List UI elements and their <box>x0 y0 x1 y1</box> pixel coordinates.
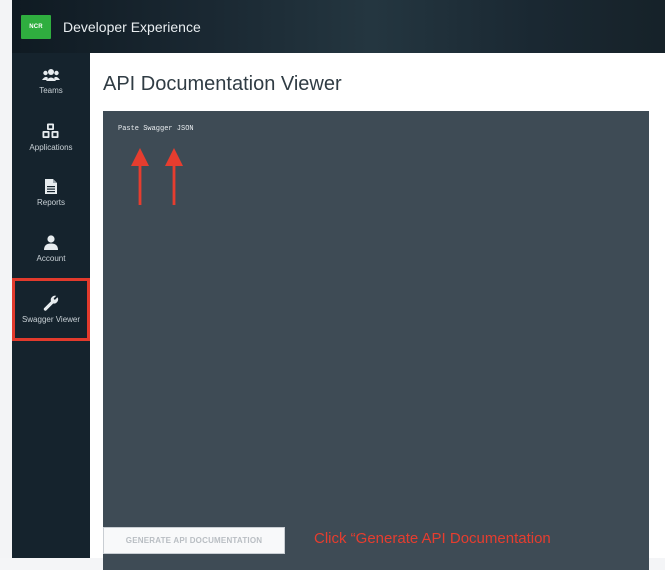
sidebar-item-label: Account <box>36 254 66 263</box>
sidebar-item-swagger-viewer[interactable]: Swagger Viewer <box>12 278 90 341</box>
sidebar-item-reports[interactable]: Reports <box>12 165 90 221</box>
sidebar-item-label: Applications <box>29 142 73 152</box>
app-title: Developer Experience <box>63 18 201 35</box>
logo-text: NCR <box>29 23 43 30</box>
sidebar-item-account[interactable]: Account <box>12 221 90 277</box>
team-icon <box>42 68 60 81</box>
page-title: API Documentation Viewer <box>103 73 342 95</box>
generate-api-documentation-button[interactable]: GENERATE API DOCUMENTATION <box>103 527 285 554</box>
annotation-arrow-icon <box>165 148 183 205</box>
swagger-json-textarea[interactable]: Paste Swagger JSON <box>103 111 649 570</box>
main-content: API Documentation Viewer Paste Swagger J… <box>90 53 665 570</box>
sidebar-item-label: Reports <box>36 198 65 207</box>
editor-placeholder: Paste Swagger JSON <box>118 125 194 133</box>
sidebar-item-applications[interactable]: Applications <box>12 109 90 165</box>
annotation-instruction: Click “Generate API Documentation <box>314 530 551 547</box>
top-header: NCR Developer Experience <box>12 0 665 53</box>
sidebar-item-label: Swagger Viewer <box>21 315 81 324</box>
sidebar: Teams Applications Reports Account Swagg… <box>12 53 90 558</box>
left-margin <box>0 0 12 558</box>
sidebar-item-label: Teams <box>39 85 63 95</box>
annotation-arrow-icon <box>131 148 149 205</box>
ncr-logo[interactable]: NCR <box>21 14 51 39</box>
user-icon <box>44 235 58 250</box>
document-icon <box>45 179 57 194</box>
cubes-icon <box>42 123 59 138</box>
sidebar-item-teams[interactable]: Teams <box>12 53 90 109</box>
wrench-icon <box>43 295 59 311</box>
